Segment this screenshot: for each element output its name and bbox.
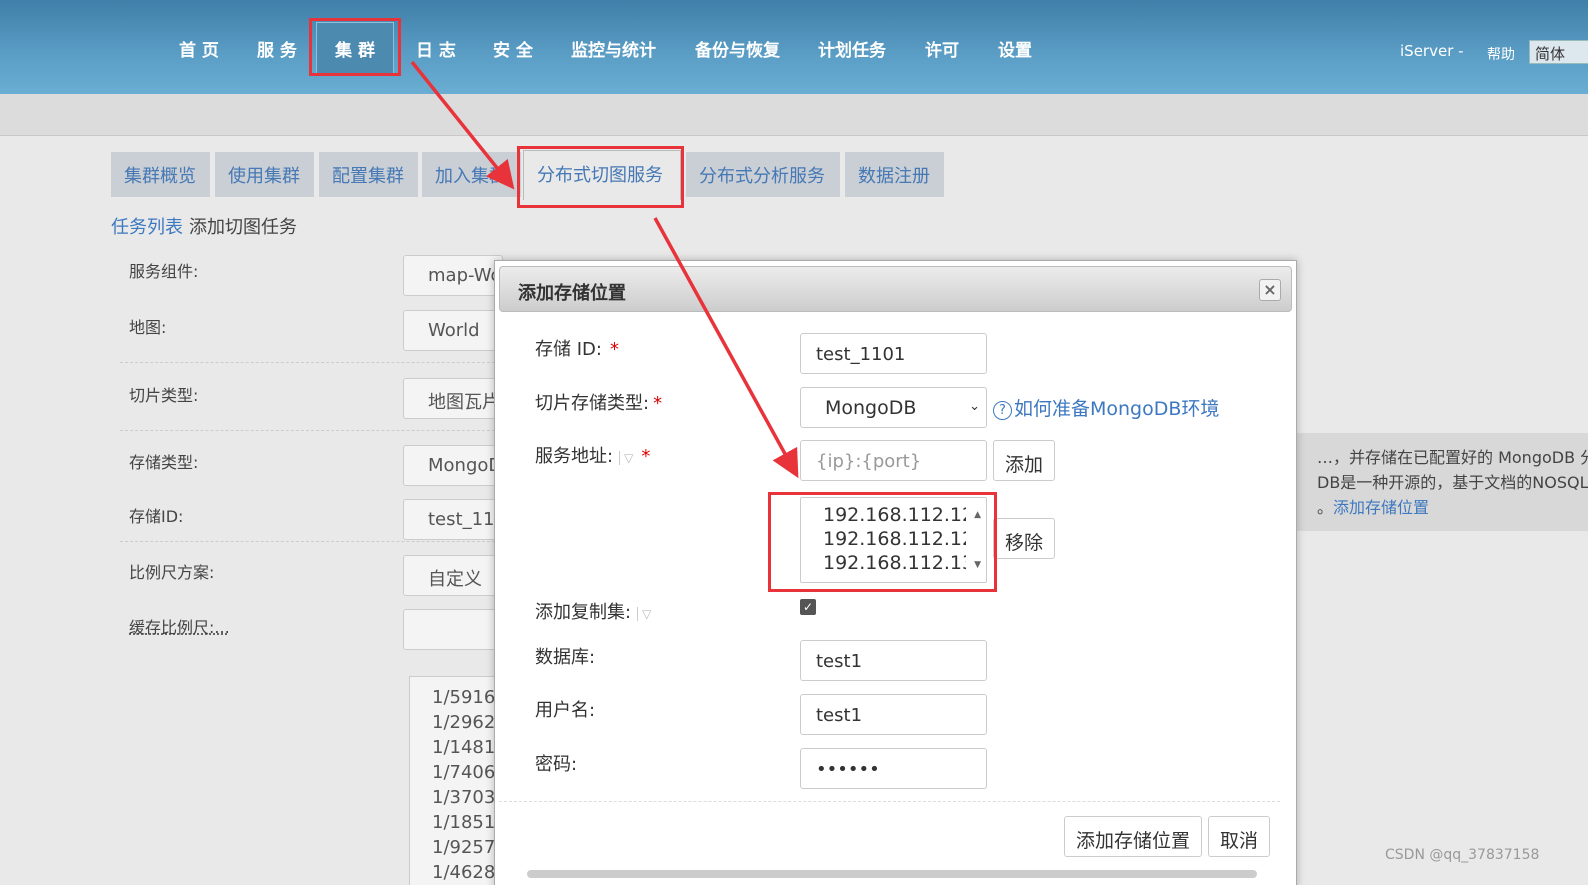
arrow-to-addresses bbox=[653, 217, 799, 479]
annotation-arrows bbox=[410, 60, 799, 479]
arrow-to-tiling-tab bbox=[410, 60, 515, 190]
